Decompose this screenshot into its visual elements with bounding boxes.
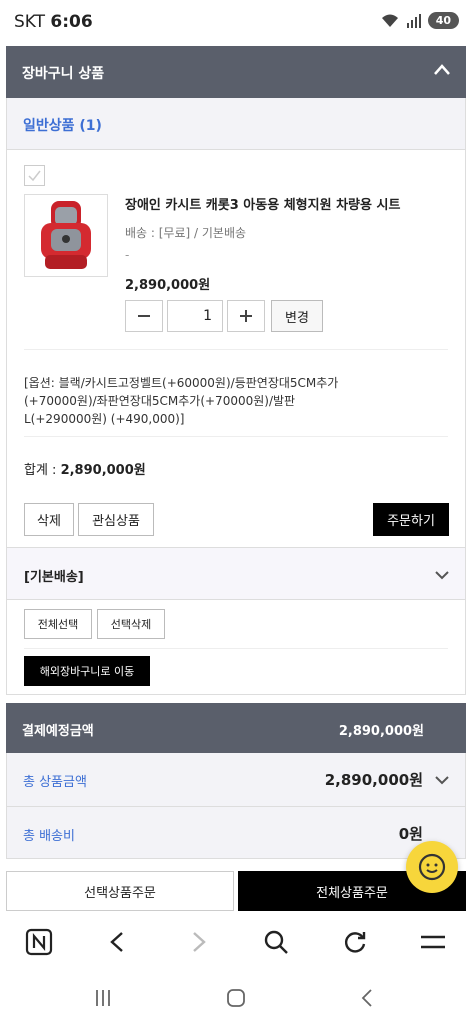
hamburger-icon bbox=[421, 935, 445, 949]
shipping-total-value: 0원 bbox=[398, 825, 423, 843]
minus-icon bbox=[138, 315, 150, 317]
product-name[interactable]: 장애인 카시트 캐롯3 아동용 체형지원 차량용 시트 bbox=[125, 194, 445, 213]
cart-title: 장바구니 상품 bbox=[22, 66, 105, 82]
back-button[interactable] bbox=[103, 927, 133, 957]
forward-arrow-icon bbox=[193, 932, 206, 952]
status-icons: 40 bbox=[380, 12, 459, 29]
expected-payment-value: 2,890,000원 bbox=[338, 724, 424, 739]
product-total-label: 총 상품금액 bbox=[23, 775, 87, 790]
move-to-overseas-cart-button[interactable]: 해외장바구니로 이동 bbox=[24, 656, 150, 686]
refresh-button[interactable] bbox=[340, 927, 370, 957]
item-total: 합계 : 2,890,000원 bbox=[24, 459, 146, 478]
shipping-info: 배송 : [무료] / 기본배송 bbox=[125, 226, 247, 240]
payment-summary-header: 결제예정금액 2,890,000원 bbox=[6, 703, 466, 753]
order-item-button[interactable]: 주문하기 bbox=[373, 503, 449, 536]
naver-home-button[interactable] bbox=[24, 927, 54, 957]
car-seat-image bbox=[41, 201, 91, 269]
signal-icon bbox=[406, 13, 421, 28]
delete-button[interactable]: 삭제 bbox=[24, 503, 74, 536]
selection-actions: 전체선택 선택삭제 해외장바구니로 이동 bbox=[6, 600, 466, 695]
plus-icon bbox=[240, 310, 252, 322]
forward-button[interactable] bbox=[183, 927, 213, 957]
chat-icon bbox=[418, 853, 446, 881]
menu-button[interactable] bbox=[418, 927, 448, 957]
search-icon bbox=[264, 930, 288, 954]
product-total-row[interactable]: 총 상품금액 2,890,000원 bbox=[6, 753, 466, 807]
wifi-icon bbox=[381, 14, 398, 27]
order-buttons: 선택상품주문 전체상품주문 bbox=[6, 871, 466, 911]
back-arrow-icon bbox=[110, 932, 123, 952]
battery-icon: 40 bbox=[427, 12, 459, 29]
change-quantity-button[interactable]: 변경 bbox=[271, 300, 323, 332]
status-bar: SKT 6:06 40 bbox=[0, 0, 473, 46]
increase-button[interactable] bbox=[227, 300, 265, 332]
check-icon bbox=[28, 170, 41, 182]
basic-shipping-row[interactable]: [기본배송] bbox=[6, 548, 466, 600]
clock: 6:06 bbox=[50, 12, 93, 32]
browser-toolbar bbox=[0, 911, 473, 971]
chat-button[interactable] bbox=[406, 841, 458, 893]
divider bbox=[24, 436, 448, 437]
quantity-input[interactable]: 1 bbox=[167, 300, 223, 332]
chevron-up-icon[interactable] bbox=[432, 60, 452, 80]
order-selected-button[interactable]: 선택상품주문 bbox=[6, 871, 234, 911]
divider bbox=[24, 648, 448, 649]
select-all-button[interactable]: 전체선택 bbox=[24, 609, 92, 639]
item-total-label: 합계 : bbox=[24, 463, 61, 478]
carrier-time: SKT 6:06 bbox=[14, 12, 93, 32]
carrier: SKT bbox=[14, 12, 46, 32]
divider bbox=[24, 349, 448, 350]
item-total-value: 2,890,000원 bbox=[60, 463, 146, 478]
option-placeholder: - bbox=[125, 248, 130, 262]
basic-shipping-label: [기본배송] bbox=[24, 570, 84, 585]
interest-button[interactable]: 관심상품 bbox=[78, 503, 154, 536]
quantity-stepper: 1 bbox=[125, 300, 265, 332]
chevron-down-icon[interactable] bbox=[433, 566, 451, 584]
expected-payment-label: 결제예정금액 bbox=[22, 724, 94, 739]
recent-apps-icon bbox=[96, 990, 110, 1006]
option-details: [옵션: 블랙/카시트고정벨트(+60000원)/등판연장대5CM추가(+700… bbox=[24, 376, 339, 426]
item-checkbox[interactable] bbox=[24, 165, 45, 186]
shipping-total-row: 총 배송비 0원 bbox=[6, 807, 466, 859]
cart-item: 장애인 카시트 캐롯3 아동용 체형지원 차량용 시트 배송 : [무료] / … bbox=[6, 150, 466, 548]
general-products-row: 일반상품 (1) bbox=[6, 98, 466, 150]
home-icon bbox=[227, 989, 245, 1007]
search-button[interactable] bbox=[261, 927, 291, 957]
product-thumbnail[interactable] bbox=[24, 194, 108, 277]
product-price: 2,890,000원 bbox=[125, 278, 211, 293]
cart-section-header[interactable]: 장바구니 상품 bbox=[6, 46, 466, 98]
system-navigation-bar bbox=[0, 971, 473, 1024]
chevron-down-icon[interactable] bbox=[433, 771, 451, 789]
product-total-value: 2,890,000원 bbox=[324, 771, 423, 789]
home-button[interactable] bbox=[223, 985, 249, 1011]
recent-apps-button[interactable] bbox=[90, 985, 116, 1011]
system-back-button[interactable] bbox=[355, 985, 381, 1011]
delete-selected-button[interactable]: 선택삭제 bbox=[97, 609, 165, 639]
decrease-button[interactable] bbox=[125, 300, 163, 332]
naver-icon bbox=[25, 928, 53, 956]
general-products-label: 일반상품 (1) bbox=[23, 118, 102, 134]
refresh-icon bbox=[344, 932, 366, 953]
shipping-total-label: 총 배송비 bbox=[23, 829, 75, 844]
system-back-icon bbox=[361, 989, 372, 1007]
